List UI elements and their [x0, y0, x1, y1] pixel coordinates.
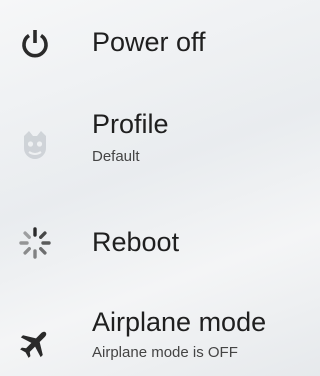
airplane-mode-label: Airplane mode: [92, 307, 267, 337]
power-icon: [18, 26, 52, 60]
power-menu: Power off Profile Default Reboot Airplan…: [0, 0, 320, 376]
airplane-icon: [18, 326, 52, 360]
profile-subtitle: Default: [92, 148, 140, 165]
power-off-label: Power off: [92, 27, 206, 57]
reboot-label: Reboot: [92, 227, 180, 257]
reboot-item[interactable]: Reboot: [0, 220, 320, 268]
reboot-icon: [18, 226, 52, 260]
profile-icon: [18, 128, 52, 162]
profile-item[interactable]: Profile Default: [0, 104, 320, 176]
profile-label: Profile: [92, 109, 169, 139]
airplane-mode-status: Airplane mode is OFF: [92, 344, 238, 361]
power-off-item[interactable]: Power off: [0, 20, 320, 70]
airplane-mode-item[interactable]: Airplane mode Airplane mode is OFF: [0, 304, 320, 376]
